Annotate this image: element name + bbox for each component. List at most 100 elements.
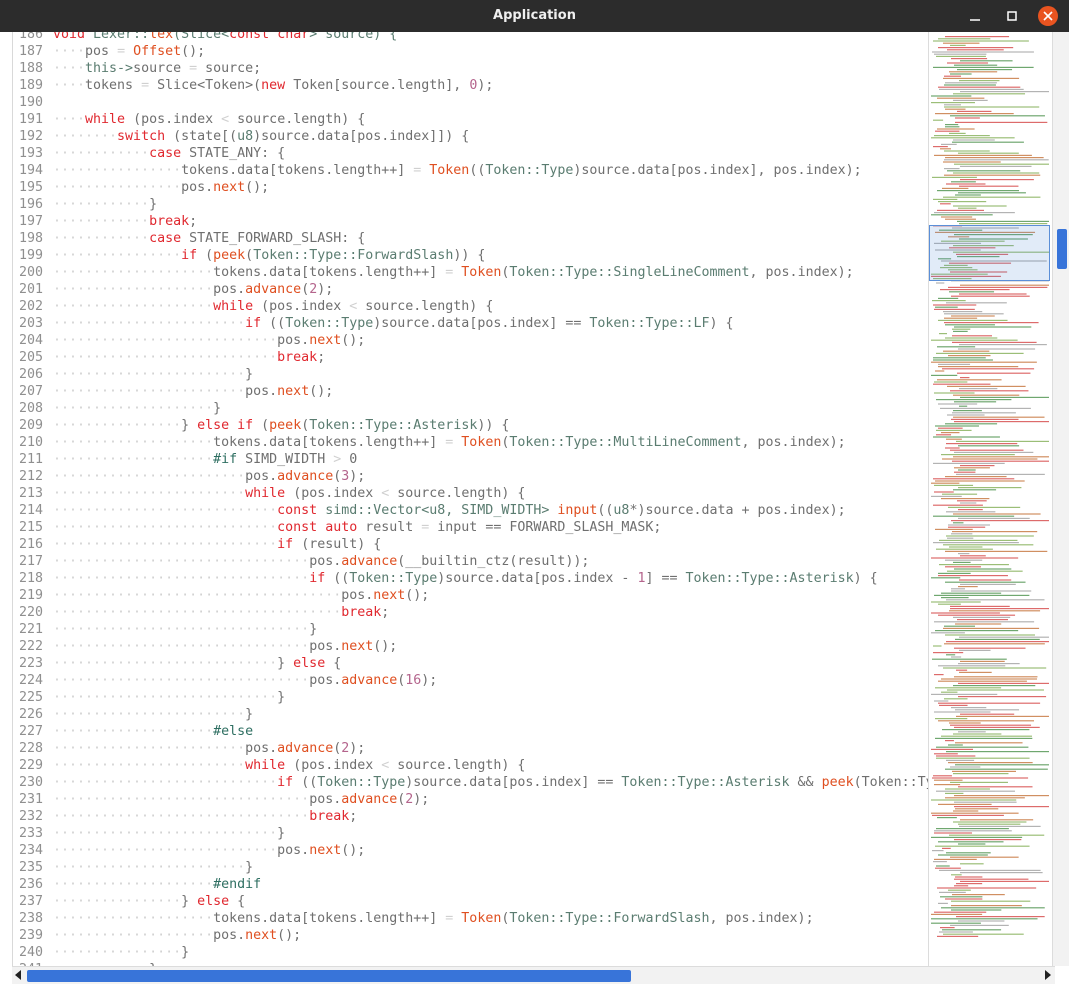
- code-line[interactable]: 201 ····················pos.advance(2);: [13, 281, 333, 298]
- code-line[interactable]: 225 ····························}: [13, 689, 285, 706]
- code-line[interactable]: 196 ············}: [13, 196, 157, 213]
- line-number: 215: [18, 520, 43, 535]
- code-line[interactable]: 195 ················pos.next();: [13, 179, 269, 196]
- code-token: ························: [53, 741, 246, 756]
- code-token: ····························: [53, 690, 278, 705]
- minimap-line: [933, 478, 1015, 480]
- code-line[interactable]: 232 ································break…: [13, 808, 357, 825]
- code-line[interactable]: 216 ····························if (resul…: [13, 536, 381, 553]
- code-token: ····: [53, 112, 86, 127]
- code-line[interactable]: 210 ····················tokens.data[token…: [13, 434, 846, 451]
- code-token: next: [373, 588, 406, 603]
- code-line[interactable]: 209 ················} else if (peek(Token…: [13, 417, 509, 434]
- code-line[interactable]: 205 ····························break;: [13, 349, 325, 366]
- minimap-line: [933, 652, 964, 654]
- minimap-line: [931, 137, 1015, 139]
- code-line[interactable]: 199 ················if (peek(Token::Type:…: [13, 247, 485, 264]
- minimap-line: [958, 348, 1036, 350]
- scroll-left-icon[interactable]: [15, 970, 21, 980]
- code-line[interactable]: 220 ····································b…: [13, 604, 389, 621]
- code-line[interactable]: 186 void Lexer::lex(Slice<const char> sou…: [13, 32, 397, 43]
- vertical-scrollbar[interactable]: [1052, 32, 1069, 966]
- code-token: next: [245, 928, 278, 943]
- code-line[interactable]: 219 ····································p…: [13, 587, 429, 604]
- code-token: ····································: [53, 605, 342, 620]
- code-line[interactable]: 188 ····this->source = source;: [13, 60, 261, 77]
- code-line[interactable]: 194 ················tokens.data[tokens.le…: [13, 162, 862, 179]
- horizontal-scrollbar[interactable]: [12, 966, 1055, 984]
- code-line[interactable]: 228 ························pos.advance(2…: [13, 740, 365, 757]
- horizontal-scroll-thumb[interactable]: [27, 970, 631, 982]
- code-line[interactable]: 204 ····························pos.next(…: [13, 332, 365, 349]
- minimap-line: [947, 689, 1044, 691]
- code-line[interactable]: 227 ····················#else: [13, 723, 253, 740]
- minimap-line: [938, 803, 992, 805]
- code-editor[interactable]: 186 void Lexer::lex(Slice<const char> sou…: [12, 32, 929, 966]
- code-line[interactable]: 213 ························while (pos.in…: [13, 485, 525, 502]
- code-line[interactable]: 200 ····················tokens.data[token…: [13, 264, 854, 281]
- minimap-line: [936, 755, 976, 757]
- code-token: if: [245, 316, 270, 331]
- code-line[interactable]: 212 ························pos.advance(3…: [13, 468, 365, 485]
- code-line[interactable]: 223 ····························} else {: [13, 655, 341, 672]
- code-line[interactable]: 215 ····························const aut…: [13, 519, 661, 536]
- code-token: (: [245, 248, 254, 263]
- line-number: 192: [18, 129, 43, 144]
- code-line[interactable]: 189 ····tokens = Slice<Token>(new Token[s…: [13, 77, 493, 94]
- code-line[interactable]: 237 ················} else {: [13, 893, 245, 910]
- code-line[interactable]: 240 ················}: [13, 944, 189, 961]
- minimap-line: [934, 392, 975, 394]
- code-line[interactable]: 218 ································if ((…: [13, 570, 878, 587]
- code-token: ;: [349, 809, 358, 824]
- code-line[interactable]: 236 ····················#endif: [13, 876, 261, 893]
- code-line[interactable]: 226 ························}: [13, 706, 253, 723]
- code-line[interactable]: 230 ····························if ((Toke…: [13, 774, 929, 791]
- line-number: 197: [18, 214, 43, 229]
- minimap-line: [944, 174, 1041, 176]
- minimap-line: [952, 531, 1038, 533]
- code-token: case: [149, 231, 190, 246]
- code-line[interactable]: 187 ····pos = Offset();: [13, 43, 205, 60]
- code-line[interactable]: 231 ································pos.a…: [13, 791, 429, 808]
- code-line[interactable]: 234 ····························pos.next(…: [13, 842, 365, 859]
- code-line[interactable]: 198 ············case STATE_FORWARD_SLASH:…: [13, 230, 365, 247]
- minimap-line: [957, 110, 992, 112]
- code-line[interactable]: 221 ································}: [13, 621, 317, 638]
- code-line[interactable]: 222 ································pos.n…: [13, 638, 397, 655]
- code-line[interactable]: 192 ········switch (state[(u8)source.data…: [13, 128, 469, 145]
- code-line[interactable]: 239 ····················pos.next();: [13, 927, 301, 944]
- code-line[interactable]: 206 ························}: [13, 366, 253, 383]
- code-line[interactable]: 197 ············break;: [13, 213, 197, 230]
- minimap-line: [958, 152, 1019, 154]
- minimap-viewport[interactable]: [929, 225, 1050, 281]
- code-line[interactable]: 211 ····················#if SIMD_WIDTH > …: [13, 451, 357, 468]
- code-line[interactable]: 238 ····················tokens.data[token…: [13, 910, 814, 927]
- minimap-line: [936, 429, 972, 431]
- minimap-line: [960, 819, 1034, 821]
- code-line[interactable]: 217 ································pos.a…: [13, 553, 589, 570]
- code-line[interactable]: 214 ····························const sim…: [13, 502, 846, 519]
- code-line[interactable]: 235 ························}: [13, 859, 253, 876]
- code-token: ····························: [53, 656, 278, 671]
- code-line[interactable]: 190: [13, 94, 53, 111]
- code-line[interactable]: 202 ····················while (pos.index …: [13, 298, 493, 315]
- code-line[interactable]: 207 ························pos.next();: [13, 383, 333, 400]
- code-token: break: [341, 605, 382, 620]
- scroll-right-icon[interactable]: [1045, 970, 1051, 980]
- code-line[interactable]: 233 ····························}: [13, 825, 285, 842]
- code-line[interactable]: 203 ························if ((Token::T…: [13, 315, 734, 332]
- maximize-icon[interactable]: [1003, 7, 1021, 25]
- minimap-line: [947, 570, 1023, 572]
- close-icon[interactable]: [1038, 6, 1058, 26]
- minimize-icon[interactable]: [966, 7, 984, 25]
- code-token: ····························: [53, 826, 278, 841]
- code-line[interactable]: 224 ································pos.a…: [13, 672, 437, 689]
- vertical-scroll-thumb[interactable]: [1057, 229, 1067, 269]
- code-minimap[interactable]: [928, 32, 1053, 966]
- code-line[interactable]: 191 ····while (pos.index < source.length)…: [13, 111, 365, 128]
- code-line[interactable]: 208 ····················}: [13, 400, 221, 417]
- code-line[interactable]: 229 ························while (pos.in…: [13, 757, 525, 774]
- code-line[interactable]: 193 ············case STATE_ANY: {: [13, 145, 285, 162]
- minimap-line: [931, 361, 1037, 363]
- minimap-line: [953, 410, 982, 412]
